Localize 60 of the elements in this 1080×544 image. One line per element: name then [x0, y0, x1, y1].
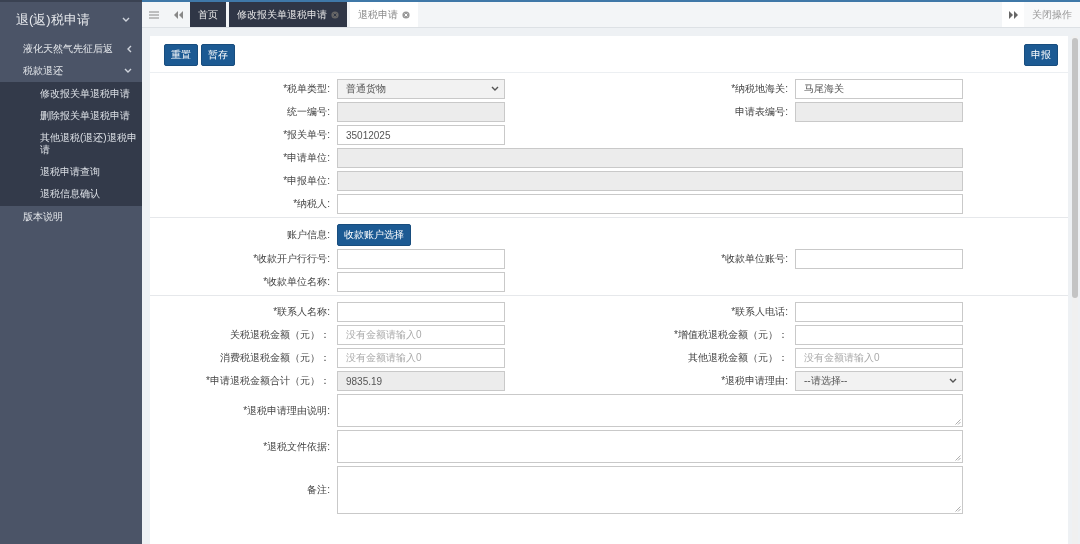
field-label: *收款开户行行号:	[252, 252, 331, 266]
field-label: *报关单号:	[282, 128, 331, 142]
submenu-item[interactable]: 修改报关单退税申请	[0, 83, 142, 105]
field-label: 消费税退税金额（元）：	[219, 351, 331, 365]
fast-forward-icon[interactable]	[1002, 2, 1024, 27]
submenu-item[interactable]: 其他退税(退还)退税申请	[0, 127, 142, 161]
field-label: *联系人名称:	[272, 305, 331, 319]
submenu-item[interactable]: 退税申请查询	[0, 161, 142, 183]
toolbar-button[interactable]: 暂存	[201, 44, 235, 66]
text-area[interactable]	[337, 430, 963, 463]
input-field[interactable]: 马尾海关	[795, 79, 963, 99]
field-label: *申请单位:	[282, 151, 331, 165]
text-area[interactable]	[337, 466, 963, 514]
field-label: *纳税地海关:	[730, 82, 789, 96]
field-label: *收款单位名称:	[262, 275, 331, 289]
scrollbar[interactable]	[1072, 36, 1078, 544]
field-label: *收款单位账号:	[720, 252, 789, 266]
input-field[interactable]	[795, 325, 963, 345]
chevron-down-icon	[491, 86, 499, 92]
input-field[interactable]	[337, 194, 963, 214]
field-label: 关税退税金额（元）：	[229, 328, 331, 342]
submenu-item[interactable]: 删除报关单退税申请	[0, 105, 142, 127]
field-label: *申报单位:	[282, 174, 331, 188]
input-field[interactable]	[795, 249, 963, 269]
field-label: *纳税人:	[292, 197, 331, 211]
chevron-down-icon	[949, 378, 957, 384]
field-label: *退税申请理由:	[720, 374, 789, 388]
toolbar-button[interactable]: 重置	[164, 44, 198, 66]
sidebar-item[interactable]: 液化天然气先征后返	[0, 38, 142, 60]
field-label: *申请退税金额合计（元）：	[205, 374, 331, 388]
select-field[interactable]: --请选择--	[795, 371, 963, 391]
sidebar-item[interactable]: 版本说明	[0, 206, 142, 228]
input-field[interactable]: 35012025	[337, 125, 505, 145]
text-area[interactable]	[337, 394, 963, 427]
field-label: *联系人电话:	[730, 305, 789, 319]
submenu-item[interactable]: 退税信息确认	[0, 183, 142, 205]
field-label: *退税申请理由说明:	[242, 403, 331, 418]
field-label: *增值税退税金额（元）：	[673, 328, 789, 342]
select-field[interactable]: 普通货物	[337, 79, 505, 99]
sidebar-title: 退(返)税申请	[16, 11, 90, 29]
resize-grip-icon	[955, 419, 961, 425]
field-label: *税单类型:	[282, 82, 331, 96]
sidebar-item[interactable]: 税款退还	[0, 60, 142, 82]
input-field[interactable]	[337, 249, 505, 269]
resize-grip-icon	[955, 455, 961, 461]
field-label: 账户信息:	[286, 228, 331, 242]
field-label: 其他退税金额（元）：	[687, 351, 789, 365]
input-field[interactable]	[337, 272, 505, 292]
field-label: 申请表编号:	[734, 105, 789, 119]
tab[interactable]: 修改报关单退税申请	[229, 2, 347, 27]
field-label: 备注:	[306, 483, 331, 497]
tab[interactable]: 退税申请	[350, 2, 418, 27]
field-label: *退税文件依据:	[262, 439, 331, 454]
tab[interactable]: 首页	[190, 2, 226, 27]
resize-grip-icon	[955, 506, 961, 512]
input-field[interactable]	[337, 302, 505, 322]
account-select-button[interactable]: 收款账户选择	[337, 224, 411, 246]
field-label: 统一编号:	[286, 105, 331, 119]
input-field[interactable]	[795, 302, 963, 322]
submit-button[interactable]: 申报	[1024, 44, 1058, 66]
